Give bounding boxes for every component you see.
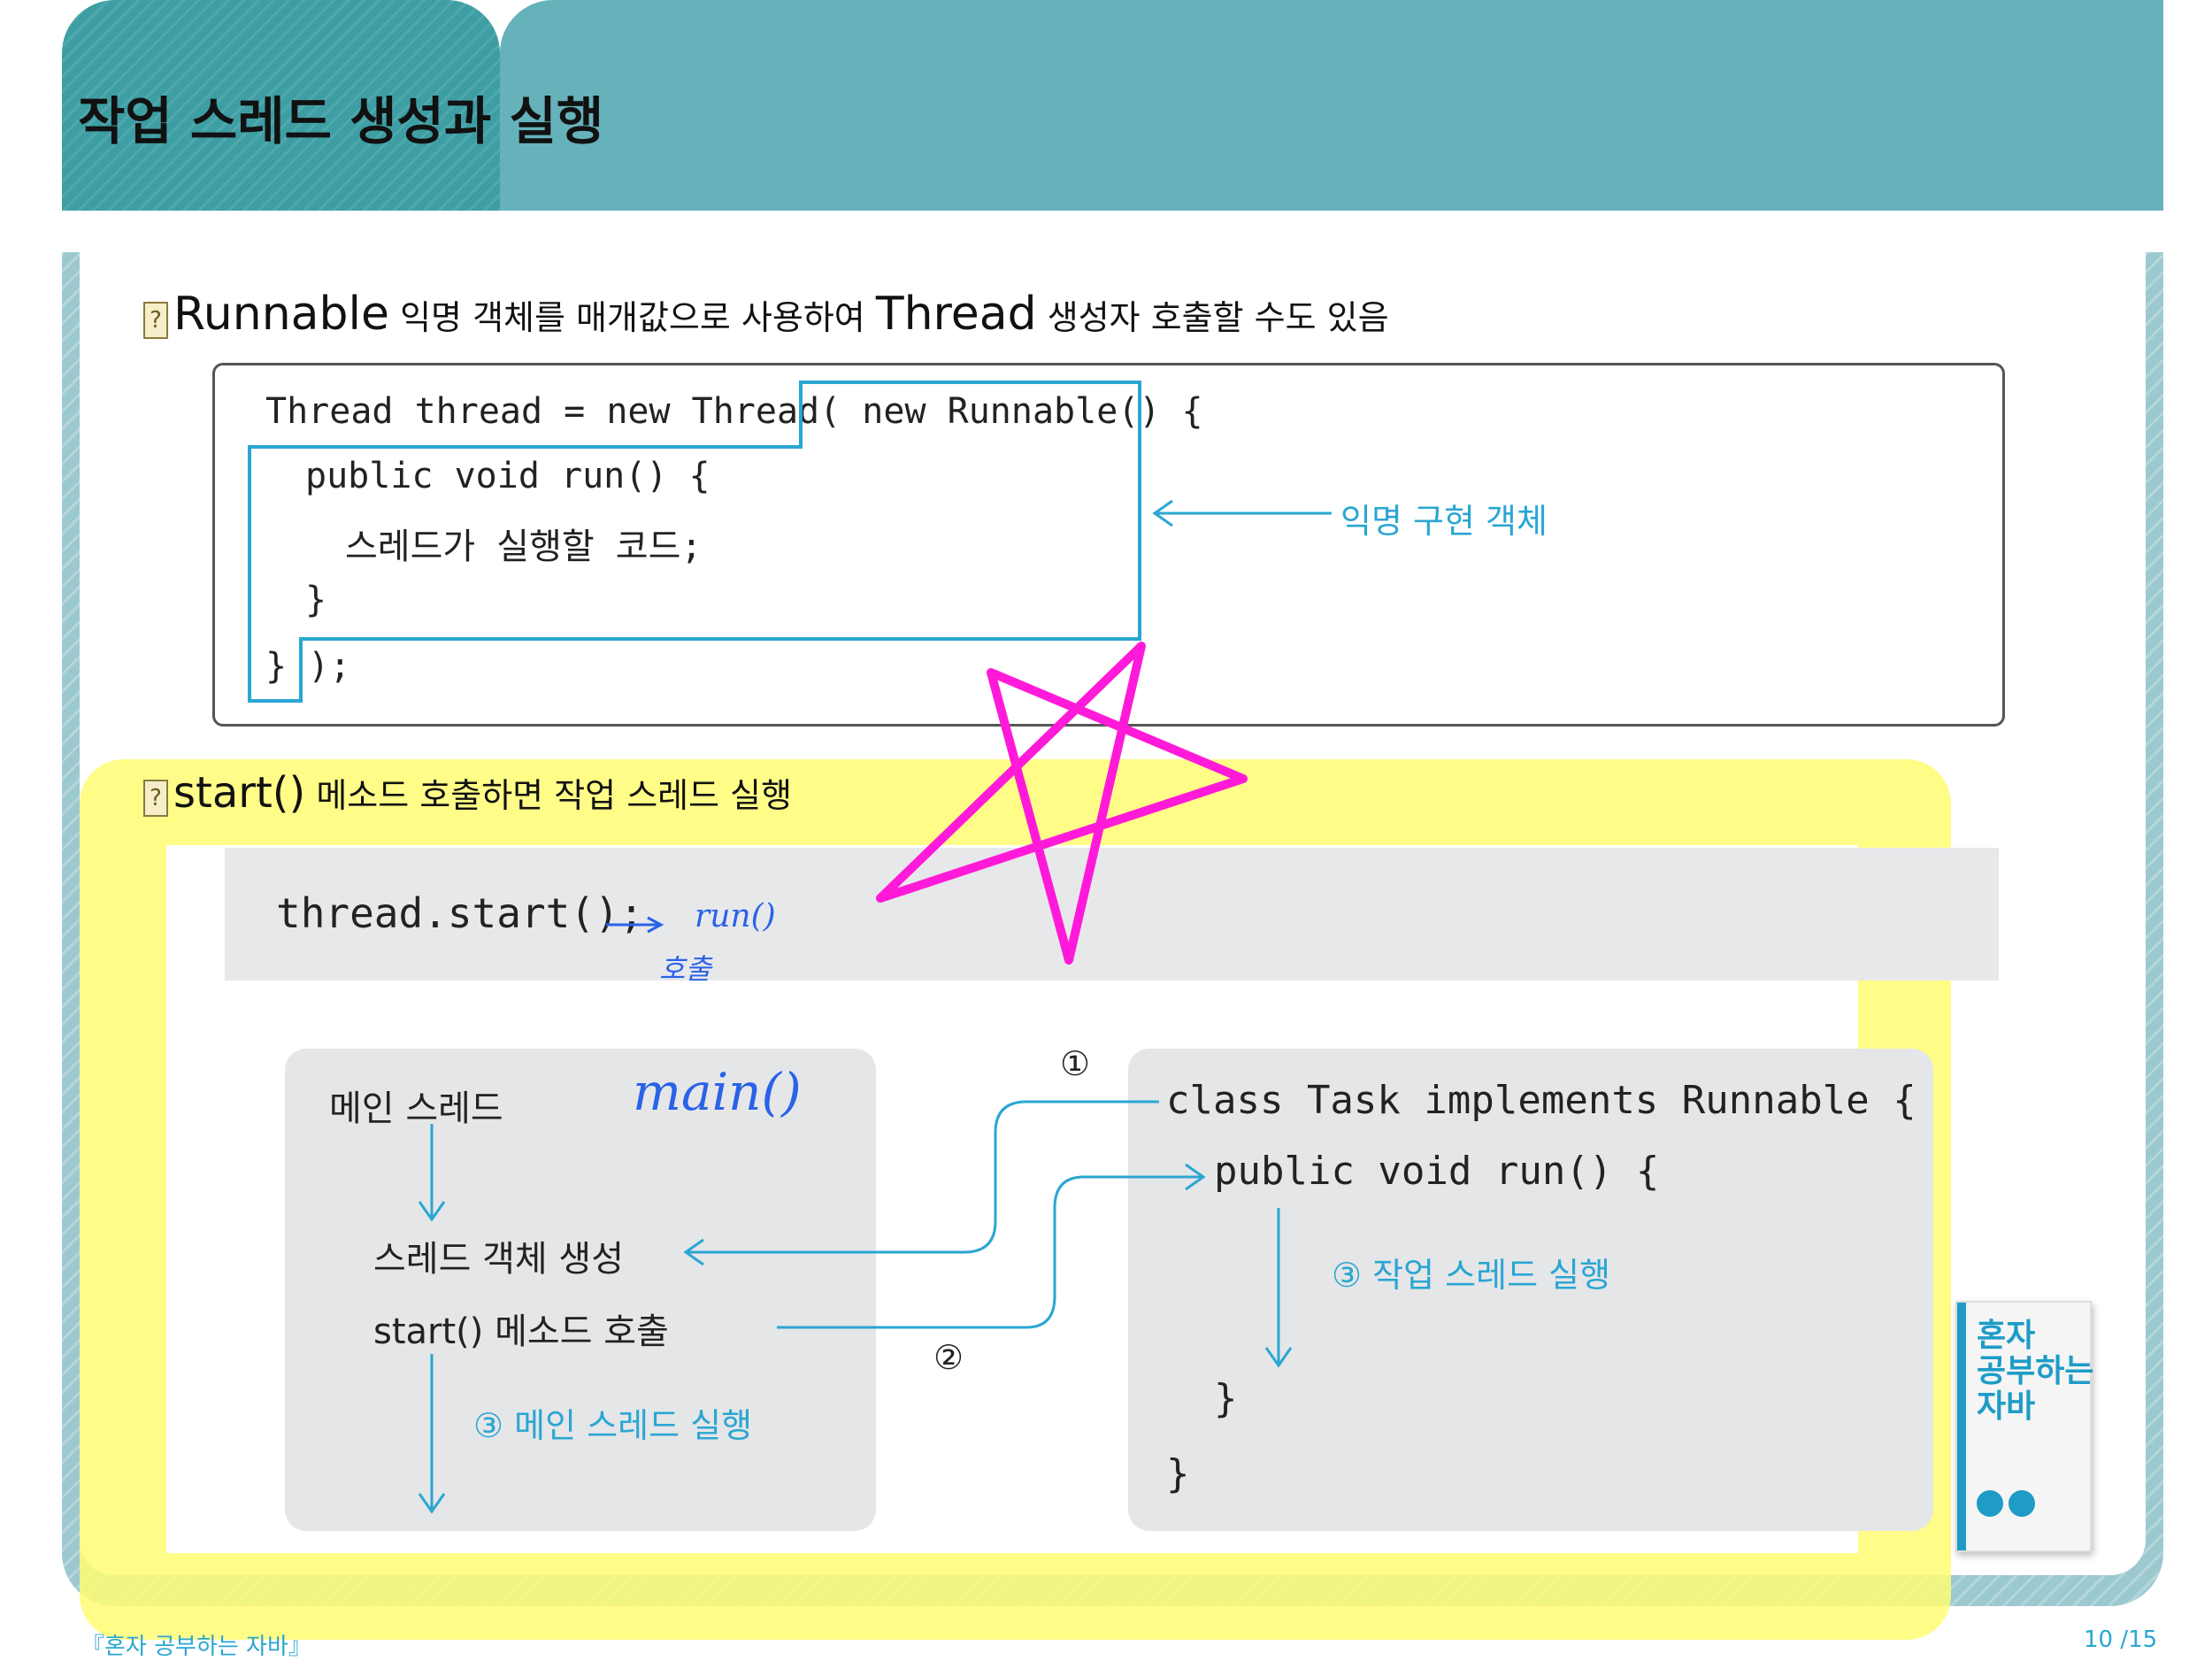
diagram-arrows: [418, 642, 1293, 1514]
book-spine: [1957, 1303, 1966, 1550]
book-badge-icon: [1977, 1490, 2003, 1517]
book-title: 혼자 공부하는 자바: [1977, 1318, 2094, 1425]
star-doodle: [876, 642, 1248, 965]
handwritten-call: 호출: [659, 952, 711, 986]
handwritten-main: main(): [633, 1062, 802, 1122]
page-title: 작업 스레드 생성과 실행: [78, 91, 604, 151]
page-number: 10 /15: [2084, 1626, 2158, 1653]
book-cover: 혼자 공부하는 자바: [1955, 1301, 2094, 1552]
handwritten-run: run(): [695, 898, 776, 934]
book-badge-icon: [2008, 1490, 2035, 1517]
footer-book-title: 『혼자 공부하는 자바』: [81, 1634, 311, 1660]
